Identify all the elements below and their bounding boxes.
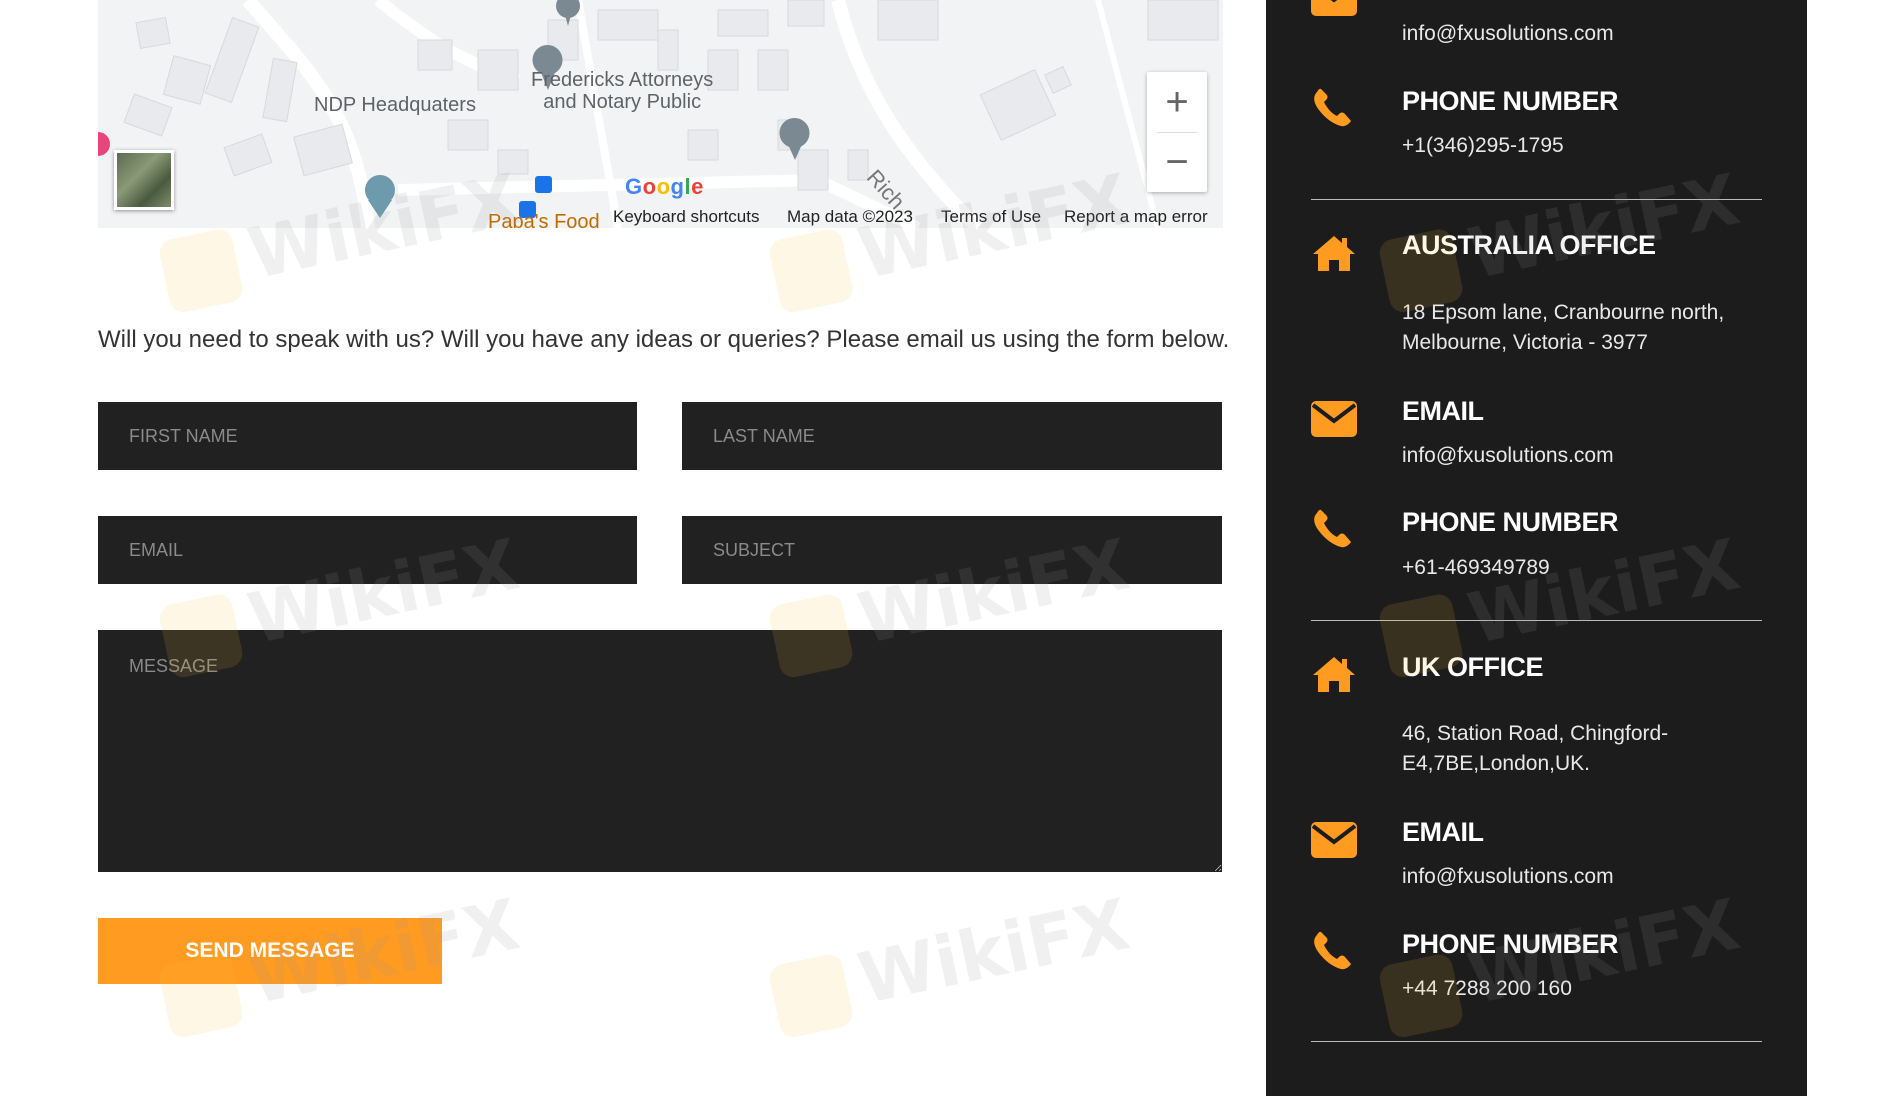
home-icon	[1313, 236, 1355, 271]
map-keyboard-shortcuts[interactable]: Keyboard shortcuts	[613, 207, 759, 227]
message-textarea[interactable]	[98, 630, 1222, 872]
section-divider	[1311, 620, 1762, 621]
phone-icon	[1314, 88, 1351, 127]
watermark: WikiFX	[765, 883, 1136, 1040]
home-icon	[1313, 657, 1355, 692]
last-name-input[interactable]	[682, 402, 1222, 470]
map-zoom-control: + −	[1147, 72, 1207, 192]
australia-email-title: EMAIL	[1402, 396, 1484, 426]
envelope-icon	[1311, 822, 1357, 858]
phone-icon	[1314, 509, 1351, 548]
subject-input[interactable]	[682, 516, 1222, 584]
email-input[interactable]	[98, 516, 637, 584]
phone-icon	[1314, 931, 1351, 970]
google-map[interactable]: NDP Headquaters Fredericks Attorneys and…	[98, 0, 1223, 228]
uk-phone-title: PHONE NUMBER	[1402, 929, 1619, 959]
google-logo: Google	[625, 174, 704, 199]
us-email[interactable]: info@fxusolutions.com	[1402, 19, 1614, 49]
us-phone-title: PHONE NUMBER	[1402, 86, 1619, 116]
send-message-button[interactable]: SEND MESSAGE	[98, 918, 442, 984]
contact-sidebar: info@fxusolutions.com PHONE NUMBER +1(34…	[1266, 0, 1807, 1096]
section-divider	[1311, 199, 1762, 200]
australia-email[interactable]: info@fxusolutions.com	[1402, 441, 1614, 471]
map-label-papas: Papa's Food	[488, 211, 600, 228]
contact-intro-text: Will you need to speak with us? Will you…	[98, 326, 1230, 353]
uk-address-line1: 46, Station Road, Chingford-	[1402, 722, 1669, 745]
uk-address-line2: E4,7BE,London,UK.	[1402, 752, 1590, 775]
map-report-error-link[interactable]: Report a map error	[1064, 207, 1208, 227]
us-phone[interactable]: +1(346)295-1795	[1402, 131, 1564, 161]
section-divider	[1311, 1041, 1762, 1042]
uk-email-title: EMAIL	[1402, 817, 1484, 847]
zoom-in-button[interactable]: +	[1147, 72, 1207, 132]
map-data-attribution: Map data ©2023	[787, 207, 913, 226]
zoom-out-button[interactable]: −	[1147, 132, 1207, 192]
envelope-icon	[1311, 401, 1357, 437]
map-label-fredericks: Fredericks Attorneys and Notary Public	[531, 69, 714, 113]
australia-address-line2: Melbourne, Victoria - 3977	[1402, 331, 1648, 354]
australia-phone-title: PHONE NUMBER	[1402, 507, 1619, 537]
uk-email[interactable]: info@fxusolutions.com	[1402, 862, 1614, 892]
australia-office-title: AUSTRALIA OFFICE	[1402, 230, 1656, 260]
uk-office-title: UK OFFICE	[1402, 652, 1544, 682]
map-terms-link[interactable]: Terms of Use	[941, 207, 1041, 227]
first-name-input[interactable]	[98, 402, 637, 470]
map-label-ndp: NDP Headquaters	[314, 94, 476, 116]
australia-address-line1: 18 Epsom lane, Cranbourne north,	[1402, 301, 1725, 324]
satellite-toggle[interactable]	[114, 150, 174, 210]
australia-phone[interactable]: +61-469349789	[1402, 553, 1550, 583]
uk-phone[interactable]: +44 7288 200 160	[1402, 974, 1572, 1004]
envelope-icon	[1311, 0, 1357, 16]
